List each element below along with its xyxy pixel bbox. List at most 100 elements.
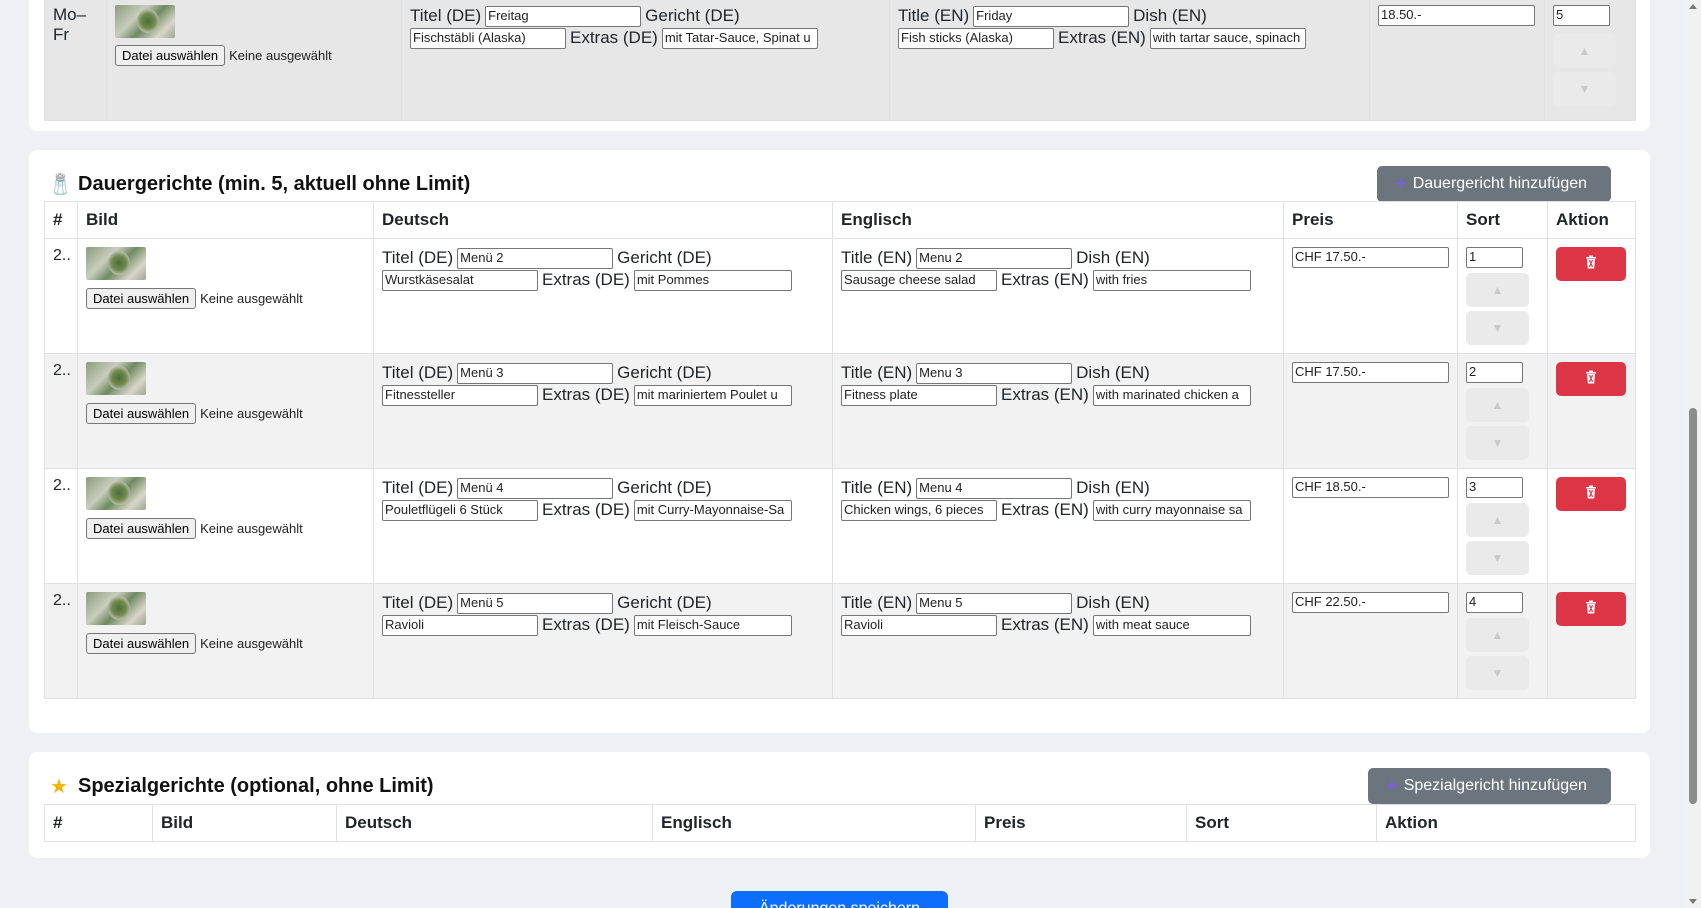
de-extras-input[interactable]: mit mariniertem Poulet u	[633, 384, 792, 406]
de-dish-input[interactable]: Fitnessteller	[382, 384, 538, 406]
weekly-file-status: Keine ausgewählt	[229, 48, 332, 63]
file-status: Keine ausgewählt	[200, 521, 303, 536]
de-dish-input[interactable]: Pouletflügeli 6 Stück	[382, 499, 538, 521]
de-title-label: Titel (DE)	[382, 248, 454, 267]
plus-icon: +	[1386, 775, 1398, 797]
dish-image	[86, 477, 146, 510]
permanent-table-header: # Bild Deutsch Englisch Preis Sort Aktio…	[44, 201, 1636, 239]
weekly-en-title-input[interactable]: Friday	[973, 5, 1130, 27]
trash-icon	[1583, 599, 1599, 620]
move-up-button[interactable]: ▲	[1466, 503, 1529, 537]
en-dish-input[interactable]: Fitness plate	[841, 384, 997, 406]
scrollbar-thumb[interactable]	[1689, 408, 1697, 804]
scroll-down-arrow-icon[interactable]	[1689, 899, 1697, 904]
en-dish-input[interactable]: Sausage cheese salad	[841, 269, 997, 291]
weekly-de-extras-input[interactable]: mit Tatar-Sauce, Spinat u	[661, 27, 818, 49]
sort-input[interactable]: 2	[1466, 362, 1523, 383]
arrow-up-icon: ▲	[1578, 44, 1591, 58]
sort-input[interactable]: 4	[1466, 592, 1523, 613]
price-input[interactable]: CHF 17.50.-	[1292, 247, 1449, 268]
weekly-en-dish-label: Dish (EN)	[1133, 6, 1207, 25]
weekly-move-down-button[interactable]: ▼	[1553, 72, 1616, 106]
de-dish-input[interactable]: Wurstkäsesalat	[382, 269, 538, 291]
weekly-de-title-input[interactable]: Freitag	[485, 5, 642, 27]
weekly-price-input[interactable]: 18.50.-	[1378, 5, 1535, 26]
en-dish-label: Dish (EN)	[1076, 363, 1150, 382]
de-extras-label: Extras (DE)	[542, 615, 630, 634]
de-extras-input[interactable]: mit Fleisch-Sauce	[633, 614, 792, 636]
column-header: Aktion	[1547, 201, 1636, 239]
en-title-label: Title (EN)	[841, 478, 913, 497]
sort-input[interactable]: 3	[1466, 477, 1523, 498]
arrow-down-icon: ▼	[1491, 321, 1504, 335]
price-input[interactable]: CHF 17.50.-	[1292, 362, 1449, 383]
file-select-button[interactable]: Datei auswählen	[86, 288, 197, 309]
weekly-menu-row: Mo–Fr Datei auswählen Keine ausgewählt Ti…	[44, 0, 1636, 121]
special-dishes-card: ★ Spezialgerichte (optional, ohne Limit)…	[29, 752, 1650, 858]
de-title-input[interactable]: Menü 4	[457, 477, 614, 499]
weekly-move-up-button[interactable]: ▲	[1553, 34, 1616, 68]
arrow-up-icon: ▲	[1491, 398, 1504, 412]
price-input[interactable]: CHF 18.50.-	[1292, 477, 1449, 498]
add-special-dish-label: Spezialgericht hinzufügen	[1403, 777, 1587, 794]
file-select-button[interactable]: Datei auswählen	[86, 518, 197, 539]
en-dish-input[interactable]: Chicken wings, 6 pieces	[841, 499, 997, 521]
de-title-input[interactable]: Menü 5	[457, 592, 614, 614]
en-extras-input[interactable]: with meat sauce	[1092, 614, 1251, 636]
en-extras-input[interactable]: with marinated chicken a	[1092, 384, 1251, 406]
en-dish-label: Dish (EN)	[1076, 478, 1150, 497]
move-down-button[interactable]: ▼	[1466, 541, 1529, 575]
en-title-input[interactable]: Menu 2	[916, 247, 1073, 269]
en-extras-input[interactable]: with fries	[1092, 269, 1251, 291]
de-dish-input[interactable]: Ravioli	[382, 614, 538, 636]
column-header: Bild	[77, 201, 374, 239]
de-title-input[interactable]: Menü 2	[457, 247, 614, 269]
special-dishes-table: # Bild Deutsch Englisch Preis Sort Aktio…	[44, 804, 1636, 842]
en-title-input[interactable]: Menu 3	[916, 362, 1073, 384]
delete-button[interactable]	[1556, 247, 1626, 281]
sort-input[interactable]: 1	[1466, 247, 1523, 268]
dish-image	[86, 592, 146, 625]
en-extras-input[interactable]: with curry mayonnaise sa	[1092, 499, 1251, 521]
weekly-en-extras-input[interactable]: with tartar sauce, spinach	[1149, 27, 1306, 49]
column-header: Aktion	[1376, 804, 1636, 842]
permanent-dishes-title: Dauergerichte (min. 5, aktuell ohne Limi…	[78, 173, 471, 195]
move-down-button[interactable]: ▼	[1466, 311, 1529, 345]
move-up-button[interactable]: ▲	[1466, 273, 1529, 307]
save-changes-button[interactable]: Änderungen speichern	[731, 891, 948, 908]
permanent-dishes-heading: 🧂 Dauergerichte (min. 5, aktuell ohne Li…	[48, 172, 470, 197]
price-input[interactable]: CHF 22.50.-	[1292, 592, 1449, 613]
delete-button[interactable]	[1556, 362, 1626, 396]
row-index: 2..	[44, 583, 78, 699]
column-header: Preis	[975, 804, 1187, 842]
vertical-scrollbar[interactable]	[1685, 0, 1701, 908]
de-extras-label: Extras (DE)	[542, 385, 630, 404]
weekly-sort-input[interactable]: 5	[1553, 5, 1610, 26]
special-dishes-heading: ★ Spezialgerichte (optional, ohne Limit)	[48, 774, 434, 799]
en-extras-label: Extras (EN)	[1001, 270, 1089, 289]
en-title-input[interactable]: Menu 4	[916, 477, 1073, 499]
move-down-button[interactable]: ▼	[1466, 426, 1529, 460]
en-dish-input[interactable]: Ravioli	[841, 614, 997, 636]
table-row: 2.. Datei auswählen Keine ausgewählt Titel …	[44, 238, 1636, 354]
weekly-en-dish-input[interactable]: Fish sticks (Alaska)	[898, 27, 1054, 49]
scroll-up-arrow-icon[interactable]	[1689, 4, 1697, 9]
move-up-button[interactable]: ▲	[1466, 618, 1529, 652]
move-up-button[interactable]: ▲	[1466, 388, 1529, 422]
add-special-dish-button[interactable]: + Spezialgericht hinzufügen	[1368, 768, 1611, 804]
en-title-input[interactable]: Menu 5	[916, 592, 1073, 614]
weekly-file-button[interactable]: Datei auswählen	[115, 45, 226, 66]
en-dish-label: Dish (EN)	[1076, 248, 1150, 267]
file-select-button[interactable]: Datei auswählen	[86, 403, 197, 424]
dish-image	[86, 362, 146, 395]
delete-button[interactable]	[1556, 592, 1626, 626]
weekly-de-dish-input[interactable]: Fischstäbli (Alaska)	[410, 27, 566, 49]
row-index: 2..	[44, 353, 78, 469]
move-down-button[interactable]: ▼	[1466, 656, 1529, 690]
de-title-input[interactable]: Menü 3	[457, 362, 614, 384]
de-extras-input[interactable]: mit Curry-Mayonnaise-Sa	[633, 499, 792, 521]
file-select-button[interactable]: Datei auswählen	[86, 633, 197, 654]
delete-button[interactable]	[1556, 477, 1626, 511]
de-extras-input[interactable]: mit Pommes	[633, 269, 792, 291]
add-permanent-dish-button[interactable]: + Dauergericht hinzufügen	[1377, 166, 1612, 202]
